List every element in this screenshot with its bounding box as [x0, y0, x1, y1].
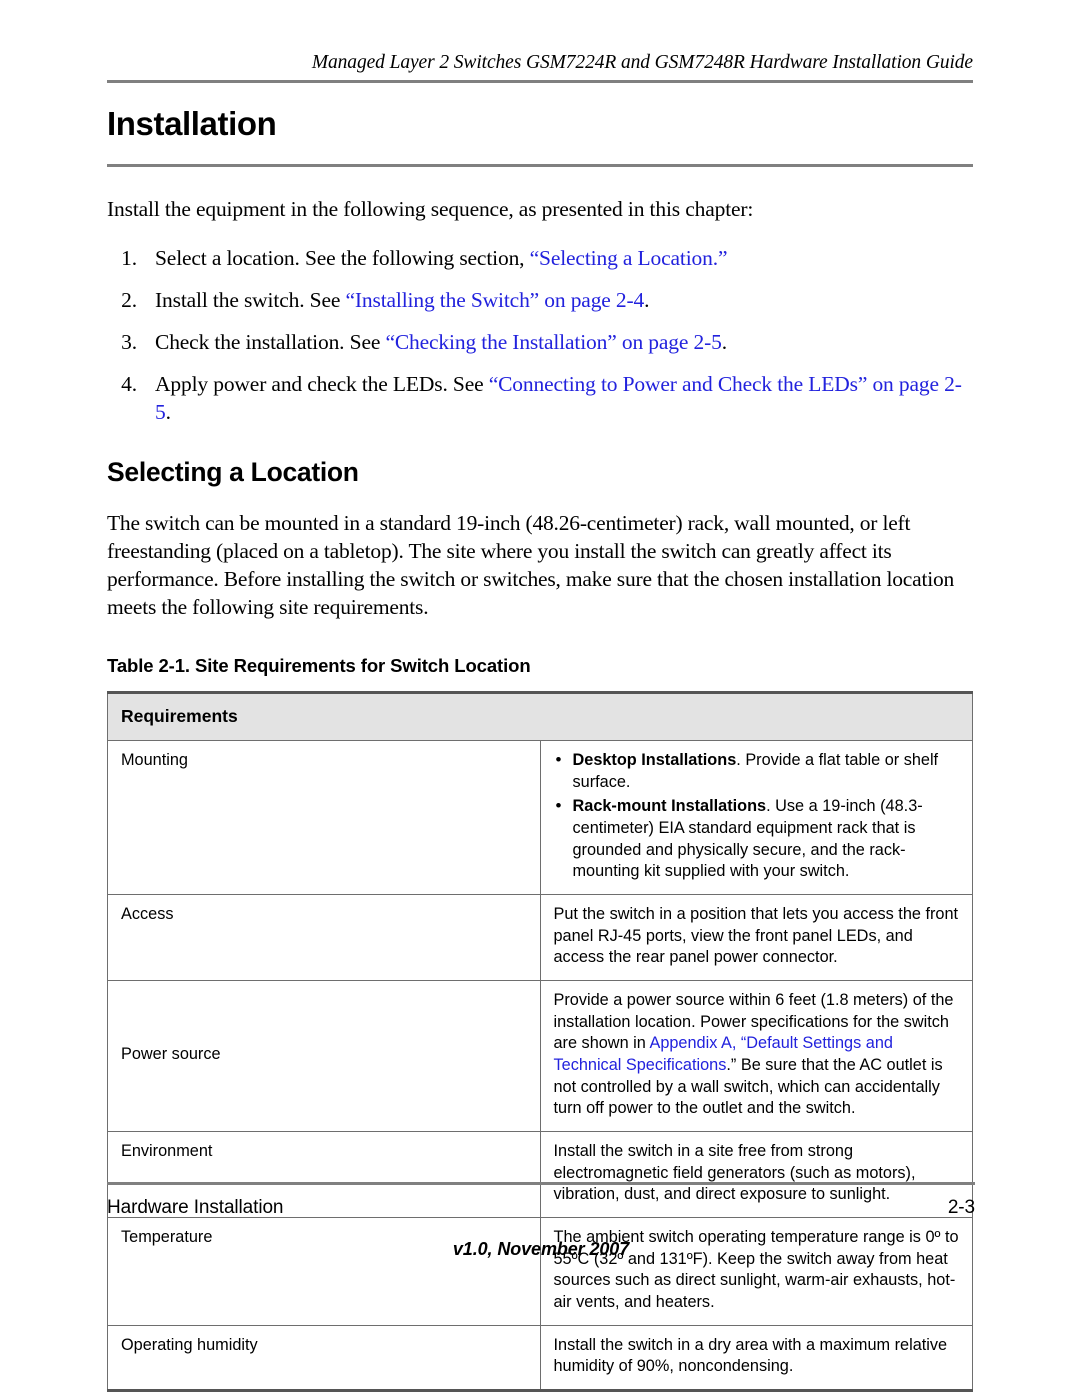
table-row: Operating humidity Install the switch in…: [107, 1324, 973, 1392]
table-row: Mounting • Desktop Installations. Provide…: [107, 739, 973, 895]
section-paragraph: The switch can be mounted in a standard …: [107, 510, 955, 619]
footer-version: v1.0, November 2007: [452, 1239, 630, 1259]
list-item: 1. Select a location. See the following s…: [107, 245, 973, 273]
chapter-title-rule: [107, 164, 973, 168]
footer-divider-rule: [107, 1182, 975, 1185]
footer-row: Hardware Installation 2-3: [107, 1197, 975, 1219]
section-heading: Selecting a Location: [107, 456, 359, 487]
row-content-mounting: • Desktop Installations. Provide a flat t…: [539, 739, 973, 895]
row-content-access: Put the switch in a position that lets y…: [539, 893, 973, 981]
page-number: 2-3: [947, 1197, 975, 1218]
table-header-row: Requirements: [107, 690, 973, 741]
bullet-list: • Desktop Installations. Provide a flat t…: [554, 750, 963, 883]
cross-reference-link[interactable]: “Installing the Switch” on page 2-4: [345, 288, 644, 312]
step-text-before: Check the installation. See: [155, 330, 386, 355]
step-number: 2.: [121, 288, 137, 313]
step-text-before: Install the switch. See: [155, 288, 346, 313]
table-header-cell: Requirements: [107, 690, 973, 741]
footer-section-label: Hardware Installation: [107, 1197, 284, 1218]
step-text-after: .: [644, 288, 650, 313]
running-header: Managed Layer 2 Switches GSM7224R and GS…: [311, 52, 973, 73]
row-label-power-source: Power source: [107, 979, 541, 1132]
bullet-dot-icon: •: [555, 749, 562, 769]
page-footer: Hardware Installation 2-3 v1.0, November…: [107, 1182, 975, 1260]
site-requirements-table: Requirements Mounting • Desktop Installat…: [107, 690, 973, 1392]
bullet-lead-in: Desktop Installations: [572, 750, 737, 769]
row-label-mounting: Mounting: [107, 739, 541, 895]
row-label-access: Access: [107, 893, 541, 981]
list-item: • Desktop Installations. Provide a flat t…: [554, 750, 963, 793]
list-item: 4. Apply power and check the LEDs. See “C…: [107, 371, 973, 427]
bullet-lead-in: Rack-mount Installations: [572, 797, 767, 816]
header-divider-rule: [107, 80, 973, 84]
step-text-after: .: [721, 330, 727, 355]
row-content-operating-humidity: Install the switch in a dry area with a …: [539, 1324, 973, 1392]
step-text-before: Apply power and check the LEDs. See: [155, 372, 489, 397]
step-number: 1.: [121, 246, 137, 271]
row-label-operating-humidity: Operating humidity: [107, 1324, 541, 1392]
row-content-power-source: Provide a power source within 6 feet (1.…: [539, 979, 973, 1132]
step-text-before: Select a location. See the following sec…: [155, 246, 530, 271]
table-caption: Table 2-1. Site Requirements for Switch …: [107, 654, 531, 676]
cross-reference-link[interactable]: “Selecting a Location.”: [530, 246, 728, 270]
steps-list: 1. Select a location. See the following s…: [107, 245, 973, 427]
intro-paragraph: Install the equipment in the following s…: [107, 197, 754, 222]
step-number: 3.: [121, 330, 137, 355]
step-text-after: .: [165, 399, 171, 424]
list-item: 3. Check the installation. See “Checking …: [107, 329, 973, 357]
list-item: 2. Install the switch. See “Installing th…: [107, 287, 973, 315]
step-number: 4.: [121, 372, 137, 397]
table-row: Access Put the switch in a position that…: [107, 893, 973, 981]
cross-reference-link[interactable]: “Checking the Installation” on page 2-5: [385, 330, 721, 354]
table-row: Power source Provide a power source with…: [107, 979, 973, 1132]
chapter-title: Installation: [107, 105, 277, 143]
list-item: • Rack-mount Installations. Use a 19-inch…: [554, 796, 963, 883]
document-page: Managed Layer 2 Switches GSM7224R and GS…: [0, 0, 1080, 1392]
bullet-dot-icon: •: [555, 796, 562, 816]
